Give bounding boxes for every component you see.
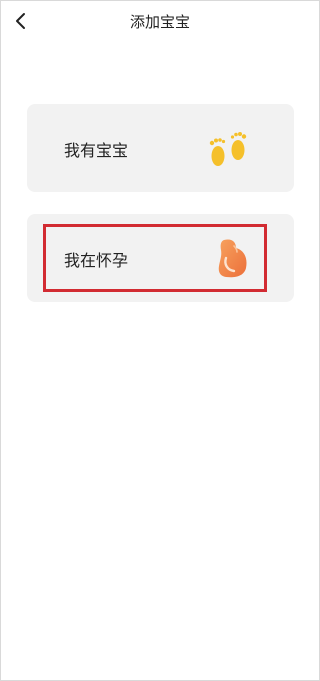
pregnant-belly-icon xyxy=(218,239,247,278)
baby-feet-icon xyxy=(209,132,247,166)
option-have-baby-label: 我有宝宝 xyxy=(64,141,129,160)
option-have-baby[interactable]: 我有宝宝 xyxy=(27,104,294,192)
option-pregnant[interactable]: 我在怀孕 xyxy=(27,214,294,302)
option-pregnant-label: 我在怀孕 xyxy=(64,251,129,270)
page-title: 添加宝宝 xyxy=(129,13,190,31)
app-screen: 添加宝宝 我有宝宝 我在怀孕 xyxy=(0,0,320,681)
top-navigation-bar: 添加宝宝 xyxy=(1,1,319,41)
